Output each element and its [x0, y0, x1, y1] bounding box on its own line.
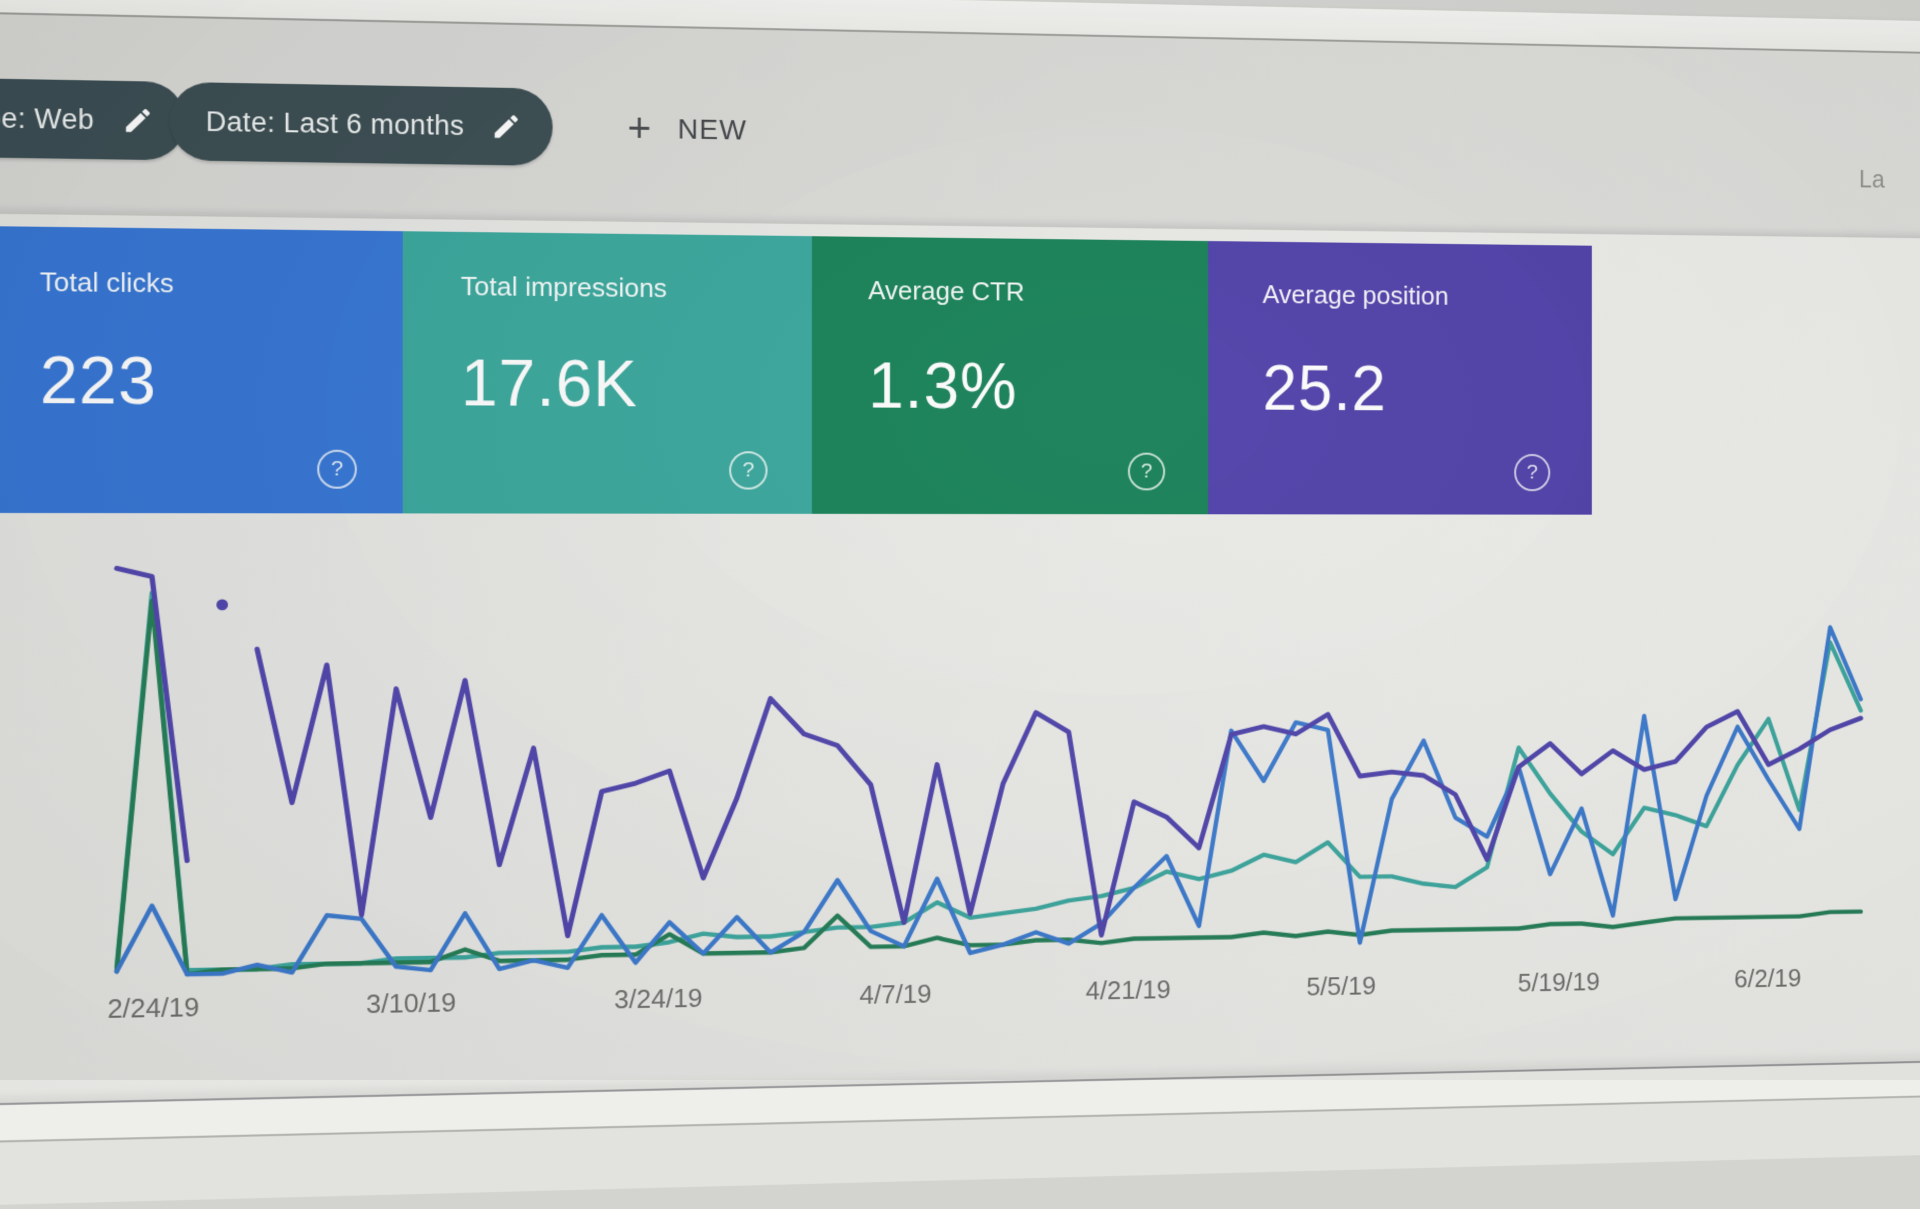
x-tick-label: 3/24/19 — [614, 983, 702, 1016]
truncated-right-text: La — [1859, 166, 1885, 194]
new-filter-button[interactable]: + NEW — [627, 100, 747, 159]
series-line-total-impressions — [117, 589, 1861, 971]
performance-chart-canvas — [106, 545, 1870, 980]
edit-pencil-icon[interactable] — [491, 111, 522, 142]
x-tick-label: 4/7/19 — [859, 979, 931, 1011]
metric-label: Total clicks — [40, 266, 403, 302]
metric-value: 17.6K — [461, 345, 812, 422]
x-tick-label: 4/21/19 — [1086, 974, 1171, 1006]
metric-card-total-clicks[interactable]: Total clicks 223 ? — [0, 226, 403, 513]
metric-label: Average CTR — [868, 275, 1208, 309]
help-icon[interactable]: ? — [317, 450, 357, 489]
edit-pencil-icon[interactable] — [122, 105, 154, 137]
metric-card-average-position[interactable]: Average position 25.2 ? — [1208, 241, 1592, 515]
filter-chip-date[interactable]: Date: Last 6 months — [170, 82, 553, 166]
series-line-average-ctr — [117, 597, 1861, 976]
metric-card-total-impressions[interactable]: Total impressions 17.6K ? — [403, 231, 812, 514]
filter-chip-date-label: Date: Last 6 months — [206, 106, 465, 142]
filter-chip-search-type-label: type: Web — [0, 101, 94, 135]
performance-chart — [106, 545, 1870, 980]
metric-value: 1.3% — [868, 348, 1208, 424]
x-tick-label: 3/10/19 — [366, 987, 456, 1020]
x-tick-label: 2/24/19 — [107, 991, 199, 1025]
metrics-row: Total clicks 223 ? Total impressions 17.… — [0, 226, 1592, 515]
metric-label: Total impressions — [461, 271, 812, 306]
plus-icon: + — [627, 108, 651, 149]
x-tick-label: 5/19/19 — [1518, 967, 1600, 999]
x-tick-label: 5/5/19 — [1306, 971, 1376, 1003]
help-icon[interactable]: ? — [729, 451, 767, 489]
metric-label: Average position — [1263, 279, 1592, 313]
performance-panel: Total clicks 223 ? Total impressions 17.… — [0, 213, 1920, 1149]
help-icon[interactable]: ? — [1128, 453, 1165, 491]
photographed-screen: type: Web Date: Last 6 months + NEW La T… — [0, 0, 1879, 1102]
filter-chip-search-type[interactable]: type: Web — [0, 76, 185, 160]
metric-value: 25.2 — [1263, 351, 1592, 426]
x-tick-label: 6/2/19 — [1734, 963, 1801, 994]
metric-card-average-ctr[interactable]: Average CTR 1.3% ? — [812, 236, 1208, 514]
help-icon[interactable]: ? — [1514, 454, 1550, 491]
series-point-marker — [216, 599, 228, 610]
metric-value: 223 — [40, 342, 403, 420]
new-filter-label: NEW — [678, 113, 747, 146]
